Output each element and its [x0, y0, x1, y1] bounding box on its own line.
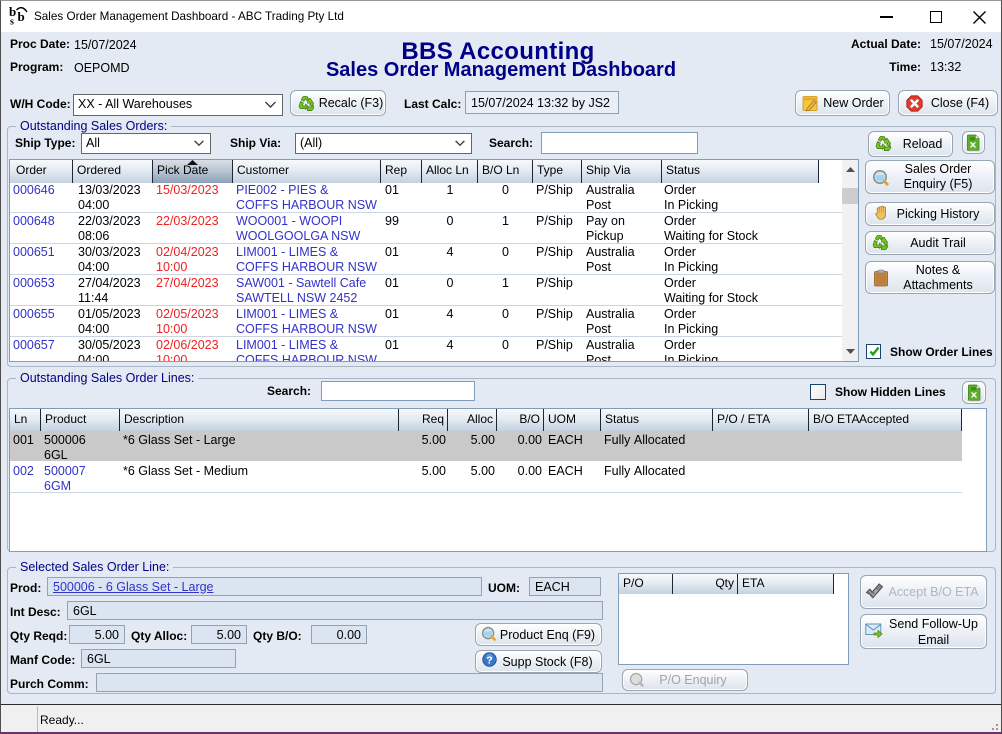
svg-text:s: s — [10, 17, 14, 26]
svg-text:b: b — [18, 9, 25, 24]
